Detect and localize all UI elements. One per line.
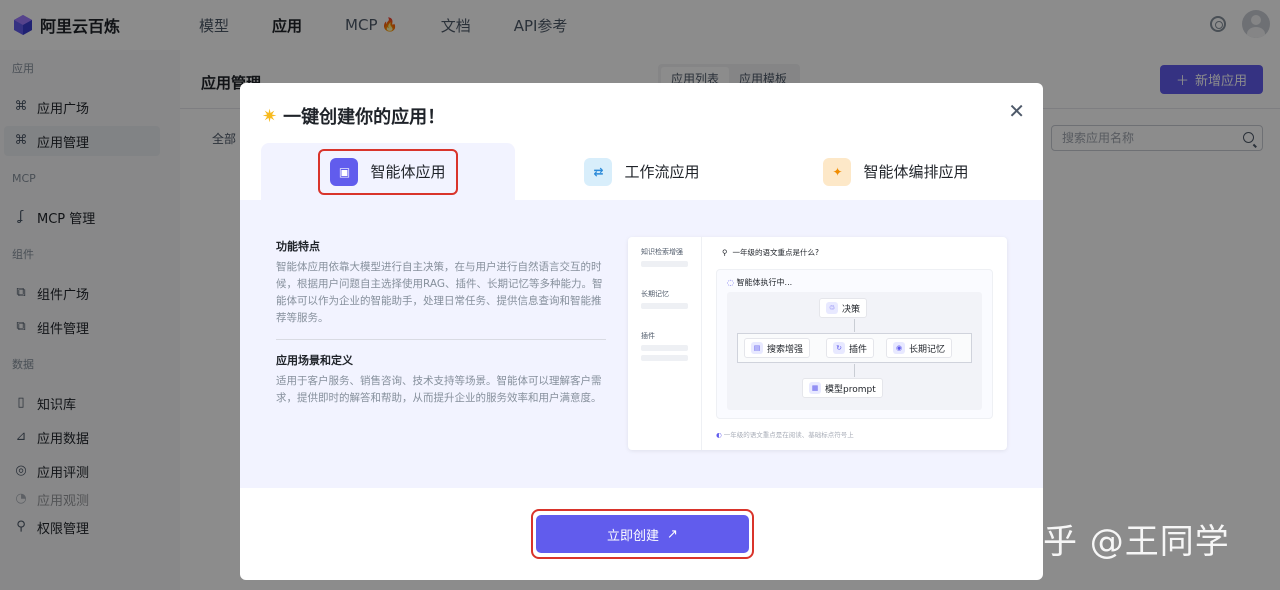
close-icon[interactable]: ✕ [1008,99,1025,123]
preview-footer: ◐ 一年级的语文重点是在阅读、基础标点符号上 [716,429,1001,439]
search-enhance-icon: ▤ [751,342,763,354]
create-app-modal: ✷ 一键创建你的应用！ ✕ ▣ 智能体应用 ⇄ 工作流应用 ✦ 智能体编排应用 功… [240,83,1043,580]
tab-orchestration-box: ✦ 智能体编排应用 [813,151,978,193]
preview-question-text: 一年级的语文重点是什么? [732,248,819,257]
flow-arrow [854,319,855,332]
preview-execution-box: ◌ 智能体执行中... ♲ 决策 ▤ 搜索增强 ↻ 插件 ◉ 长期记忆 ▦ 模型promp… [716,269,993,419]
loading-icon: ◌ [727,278,737,287]
node-label: 搜索增强 [767,344,804,355]
decision-icon: ♲ [826,302,838,314]
tab-workflow-box: ⇄ 工作流应用 [574,151,709,193]
create-now-label: 立即创建 [607,528,660,544]
node-label: 插件 [849,344,868,355]
tab-workflow-app[interactable]: ⇄ 工作流应用 [515,143,769,200]
orchestration-app-icon: ✦ [823,157,852,186]
modal-title: ✷ 一键创建你的应用！ [262,103,445,129]
node-plugin: ↻ 插件 [826,338,875,358]
tab-agent-app[interactable]: ▣ 智能体应用 [261,143,515,200]
node-memory: ◉ 长期记忆 [886,338,953,358]
create-now-button[interactable]: 立即创建 ↗ [536,515,749,553]
placeholder-bar [641,355,688,361]
features-text: 智能体应用依靠大模型进行自主决策，在与用户进行自然语言交互的时候，根据用户问题自… [276,261,603,324]
tab-label: 工作流应用 [624,163,700,181]
chat-icon: ◐ [716,431,724,439]
preview-label-plugin: 插件 [641,332,655,340]
node-group: ▤ 搜索增强 ↻ 插件 ◉ 长期记忆 [737,333,972,363]
preview-label-memory: 长期记忆 [641,290,669,298]
node-label: 模型prompt [825,384,876,395]
scenes-text: 适用于客户服务、销售咨询、技术支持等场景。智能体可以理解客户需求，提供即时的解答… [276,375,602,404]
preview-question: ⚲ 一年级的语文重点是什么? [722,247,819,258]
plugin-icon: ↻ [833,342,845,354]
tab-panel: 功能特点 智能体应用依靠大模型进行自主决策，在与用户进行自然语言交互的时候，根据… [240,200,1043,488]
preview-sidebar: 知识检索增强 长期记忆 插件 [628,237,702,450]
scenes-title: 应用场景和定义 [276,354,353,367]
agent-app-icon: ▣ [330,157,359,186]
sparkle-icon: ✷ [262,105,278,127]
memory-icon: ◉ [893,342,905,354]
prompt-icon: ▦ [809,382,821,394]
zhihu-watermark: 知乎 @王同学 [1008,522,1230,562]
placeholder-bar [641,345,688,351]
user-icon: ⚲ [722,248,728,257]
preview-executing-text: 智能体执行中... [736,278,793,287]
tab-label: 智能体编排应用 [863,163,969,181]
preview-flow: ♲ 决策 ▤ 搜索增强 ↻ 插件 ◉ 长期记忆 ▦ 模型prompt [727,292,982,410]
tab-agent-orchestration-app[interactable]: ✦ 智能体编排应用 [769,143,1023,200]
modal-title-text: 一键创建你的应用！ [283,107,446,128]
node-prompt: ▦ 模型prompt [802,378,883,398]
arrow-up-right-icon: ↗ [667,526,678,542]
features-title: 功能特点 [276,240,320,253]
placeholder-bar [641,303,688,309]
create-button-highlight: 立即创建 ↗ [531,509,754,559]
preview-label-retrieval: 知识检索增强 [641,248,683,256]
node-search: ▤ 搜索增强 [744,338,811,358]
node-label: 决策 [842,304,861,315]
tab-label: 智能体应用 [370,163,446,181]
divider [276,339,606,340]
placeholder-bar [641,261,688,267]
node-decision: ♲ 决策 [819,298,868,318]
feature-description: 功能特点 智能体应用依靠大模型进行自主决策，在与用户进行自然语言交互的时候，根据… [276,238,606,407]
node-label: 长期记忆 [909,344,946,355]
workflow-app-icon: ⇄ [584,157,613,186]
tab-agent-app-highlight: ▣ 智能体应用 [318,148,458,195]
app-type-tabs: ▣ 智能体应用 ⇄ 工作流应用 ✦ 智能体编排应用 [261,143,1043,200]
preview-executing: ◌ 智能体执行中... [727,277,792,288]
preview-footer-text: 一年级的语文重点是在阅读、基础标点符号上 [723,431,854,439]
agent-preview-card: 知识检索增强 长期记忆 插件 ⚲ 一年级的语文重点是什么? ◌ 智能体执行中...… [628,237,1007,450]
flow-arrow [854,364,855,377]
